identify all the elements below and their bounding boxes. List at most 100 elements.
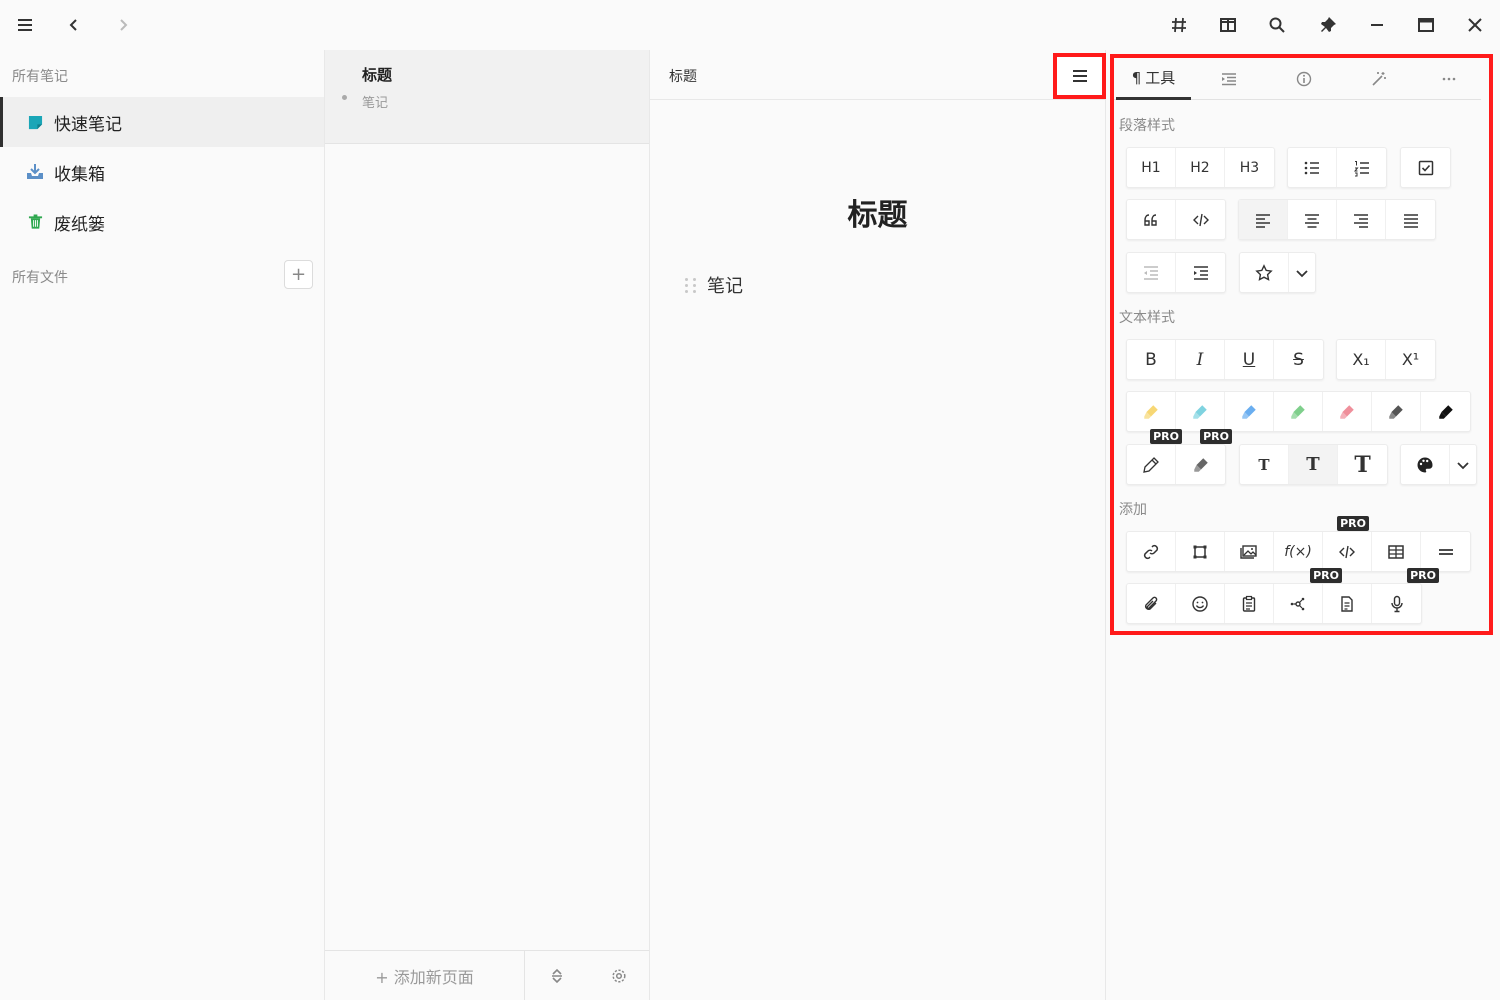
text-color-dropdown[interactable] <box>1450 445 1476 484</box>
editor-header: 标题 <box>650 50 1106 100</box>
add-label: 添加 <box>1119 502 1147 518</box>
menu-icon[interactable] <box>0 0 50 50</box>
superscript-button[interactable]: X¹ <box>1386 340 1435 379</box>
align-group <box>1238 199 1436 240</box>
align-justify-button[interactable] <box>1386 200 1435 239</box>
h1-button[interactable]: H1 <box>1127 148 1176 187</box>
formula-button[interactable]: f(×) <box>1274 532 1323 571</box>
search-icon[interactable] <box>1252 0 1302 50</box>
highlighter-gray-icon <box>1389 404 1403 419</box>
favorite-group <box>1239 252 1316 293</box>
note-card[interactable]: 标题 笔记 <box>325 50 649 144</box>
favorite-button[interactable] <box>1240 253 1289 292</box>
heading-group: H1 H2 H3 <box>1126 147 1275 188</box>
pro-tools-group: PRO PRO <box>1126 429 1232 485</box>
toggle-tools-button[interactable] <box>1053 53 1106 99</box>
pin-icon[interactable] <box>1303 0 1353 50</box>
outdent-button[interactable] <box>1127 253 1176 292</box>
highlighter-pink-icon <box>1340 404 1354 419</box>
breadcrumb: 标题 <box>669 69 697 85</box>
attachment-button[interactable] <box>1127 584 1176 623</box>
voice-button[interactable]: PRO <box>1372 568 1439 623</box>
marker-icon <box>1193 457 1208 472</box>
sidebar-item-inbox[interactable]: 收集箱 <box>0 147 324 197</box>
minimize-icon[interactable] <box>1352 0 1402 50</box>
pilcrow-icon: ¶ <box>1131 68 1142 87</box>
document-line-text[interactable]: 笔记 <box>707 272 743 298</box>
forward-icon[interactable] <box>98 0 148 50</box>
favorite-dropdown[interactable] <box>1289 253 1315 292</box>
highlight-cyan-button[interactable] <box>1176 392 1225 431</box>
clipboard-button[interactable] <box>1225 584 1274 623</box>
note-preview: 笔记 <box>362 96 389 111</box>
chevron-down-icon <box>1296 269 1308 277</box>
tab-more[interactable] <box>1416 58 1481 100</box>
font-large-button[interactable]: T <box>1338 445 1387 484</box>
emoji-button[interactable] <box>1176 584 1225 623</box>
frame-button[interactable] <box>1176 532 1225 571</box>
tab-tools[interactable]: ¶ 工具 <box>1116 58 1191 100</box>
all-files-label: 所有文件 <box>12 270 68 286</box>
drag-handle-icon[interactable] <box>684 276 698 294</box>
task-group <box>1400 147 1451 188</box>
maximize-icon[interactable] <box>1401 0 1451 50</box>
split-view-icon[interactable] <box>1203 0 1253 50</box>
indent-icon <box>1193 265 1208 280</box>
document-title[interactable]: 标题 <box>650 190 1105 234</box>
highlight-blue-button[interactable] <box>1225 392 1274 431</box>
h3-button[interactable]: H3 <box>1225 148 1274 187</box>
highlight-yellow-button[interactable] <box>1127 392 1176 431</box>
table-icon <box>1388 544 1404 559</box>
font-small-button[interactable]: T <box>1240 445 1289 484</box>
table-button[interactable] <box>1372 532 1421 571</box>
add-folder-button[interactable]: + <box>284 260 313 289</box>
block-group <box>1126 199 1226 240</box>
outdent-icon <box>1144 265 1158 280</box>
quote-button[interactable] <box>1127 200 1176 239</box>
subscript-button[interactable]: X₁ <box>1337 340 1386 379</box>
strikethrough-button[interactable]: S <box>1274 340 1323 379</box>
marker-button[interactable]: PRO <box>1176 429 1232 484</box>
text-color-button[interactable] <box>1401 445 1450 484</box>
close-icon[interactable] <box>1450 0 1500 50</box>
divider-button[interactable] <box>1421 532 1470 571</box>
italic-button[interactable]: I <box>1176 340 1225 379</box>
checklist-button[interactable] <box>1401 148 1450 187</box>
code-block-button[interactable] <box>1176 200 1225 239</box>
link-button[interactable] <box>1127 532 1176 571</box>
tab-magic[interactable] <box>1341 58 1416 100</box>
document-button[interactable] <box>1323 584 1372 623</box>
image-button[interactable] <box>1225 532 1274 571</box>
bullet-list-button[interactable] <box>1288 148 1337 187</box>
underline-button[interactable]: U <box>1225 340 1274 379</box>
document-line[interactable]: 笔记 <box>684 272 743 298</box>
bold-button[interactable]: B <box>1127 340 1176 379</box>
ordered-list-button[interactable] <box>1337 148 1386 187</box>
hash-icon[interactable] <box>1154 0 1204 50</box>
highlight-green-button[interactable] <box>1274 392 1323 431</box>
indent-button[interactable] <box>1176 253 1225 292</box>
sidebar-item-quick-notes[interactable]: 快速笔记 <box>0 97 324 147</box>
list-group <box>1287 147 1387 188</box>
tab-info[interactable] <box>1266 58 1341 100</box>
embed-code-button[interactable]: PRO <box>1323 516 1372 571</box>
back-icon[interactable] <box>49 0 99 50</box>
h2-button[interactable]: H2 <box>1176 148 1225 187</box>
highlight-black-button[interactable] <box>1421 392 1470 431</box>
more-icon <box>1442 77 1455 81</box>
highlight-pink-button[interactable] <box>1323 392 1372 431</box>
align-right-button[interactable] <box>1337 200 1386 239</box>
sidebar-item-trash[interactable]: 废纸篓 <box>0 197 324 247</box>
settings-icon[interactable] <box>588 951 650 1000</box>
mindmap-button[interactable]: PRO <box>1274 568 1342 623</box>
highlight-gray-button[interactable] <box>1372 392 1421 431</box>
align-center-button[interactable] <box>1288 200 1337 239</box>
tab-outline[interactable] <box>1191 58 1266 100</box>
paragraph-style-label: 段落样式 <box>1119 118 1175 134</box>
add-page-button[interactable]: + 添加新页面 <box>325 951 525 1000</box>
font-medium-button[interactable]: T <box>1289 445 1338 484</box>
sort-icon[interactable] <box>526 951 588 1000</box>
pen-button[interactable]: PRO <box>1127 429 1182 484</box>
title-bar <box>0 0 1500 50</box>
align-left-button[interactable] <box>1239 200 1288 239</box>
